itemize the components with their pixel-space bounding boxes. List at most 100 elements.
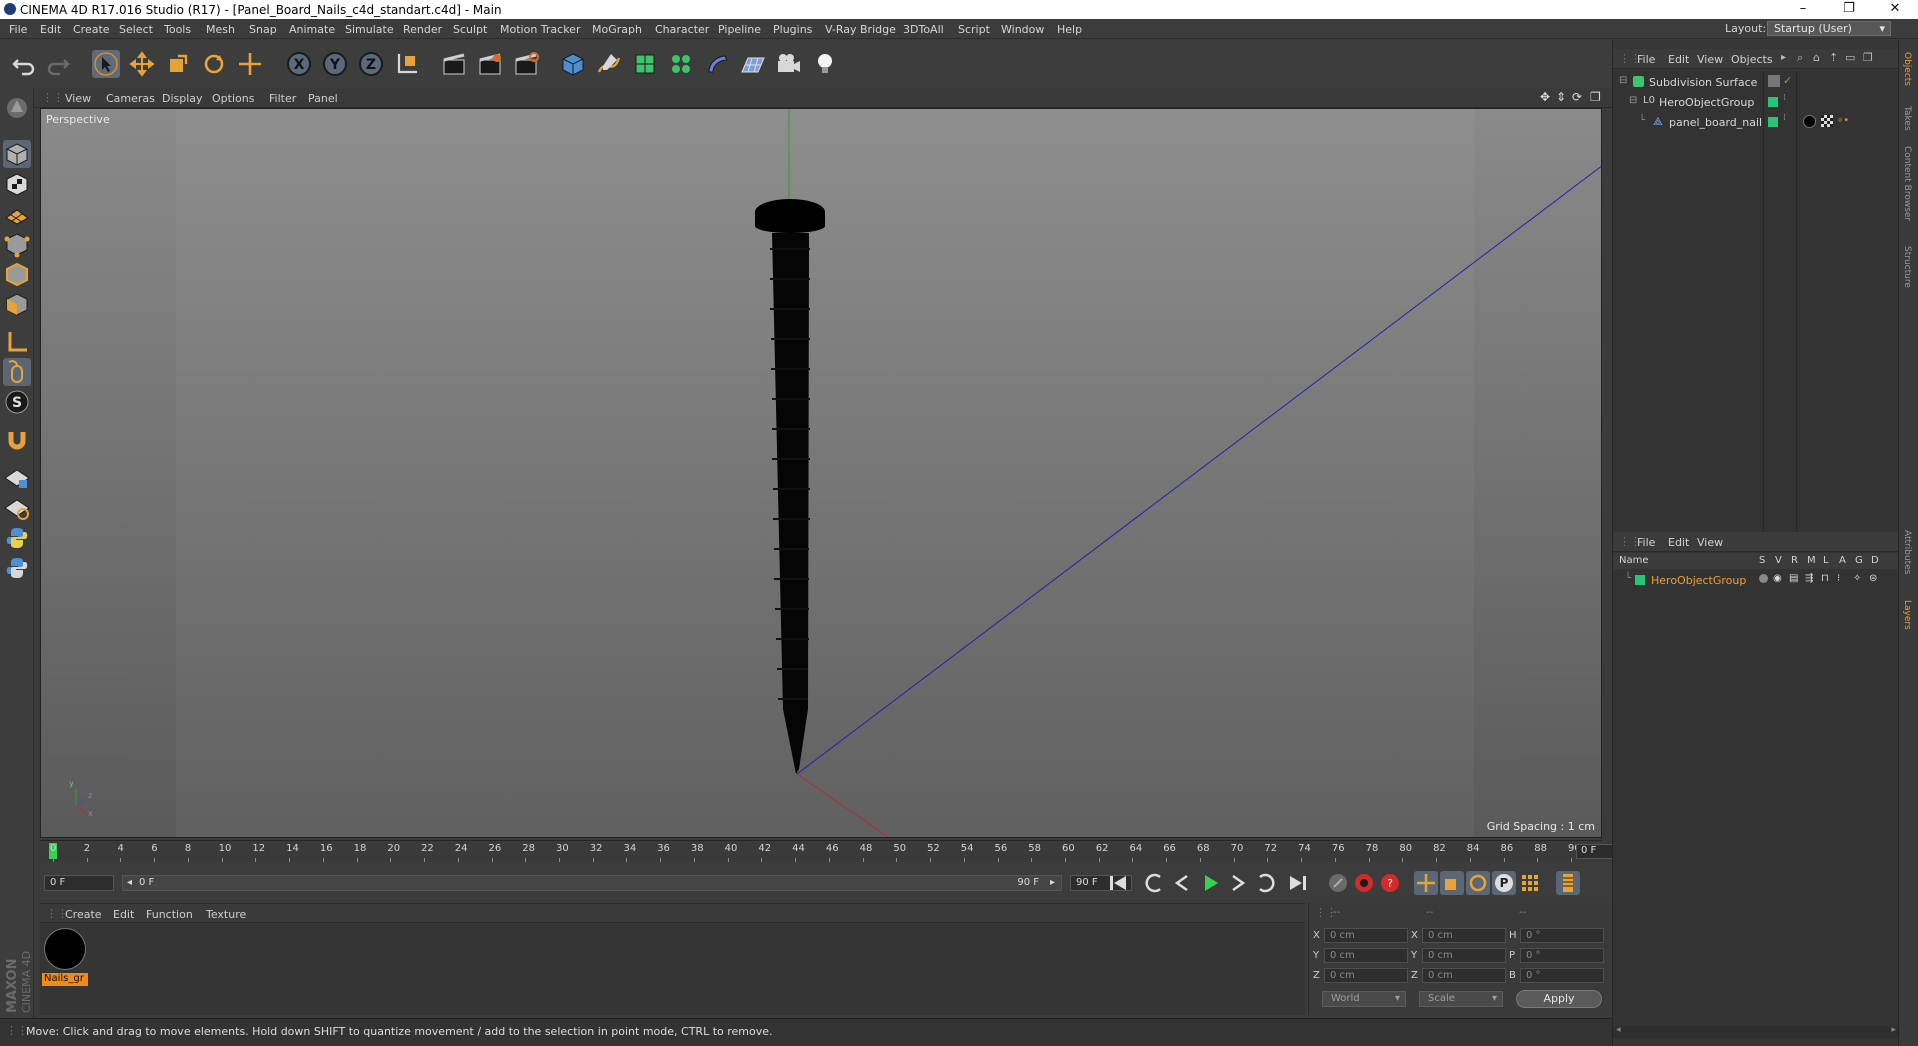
rotate-tool-button[interactable] [200, 50, 228, 78]
size-y-field[interactable]: 0 cm [1422, 948, 1506, 963]
position-x-field[interactable]: 0 cm [1324, 928, 1408, 943]
menu-mograph[interactable]: MoGraph [592, 23, 642, 36]
redo-button[interactable] [44, 50, 72, 78]
scroll-left-arrow-icon[interactable]: ◂ [1616, 1025, 1621, 1035]
maximize-button[interactable]: ❐ [1826, 1, 1872, 18]
viewport-menu-view[interactable]: View [65, 92, 91, 105]
render-view-button[interactable] [440, 50, 468, 78]
key-parameter-button[interactable]: P [1492, 871, 1516, 895]
timeline-ruler[interactable]: 0 2 4 6 8 10 12 14 16 18 20 22 24 26 28 30 32 34 36 38 40 42 4… [40, 840, 1638, 862]
obj-menu-file[interactable]: File [1637, 53, 1655, 66]
apply-button[interactable]: Apply [1516, 990, 1602, 1008]
menu-plugins[interactable]: Plugins [773, 23, 812, 36]
rotation-p-field[interactable]: 0 ° [1520, 948, 1604, 963]
material-tag-icon[interactable] [1803, 115, 1816, 128]
menu-select[interactable]: Select [119, 23, 153, 36]
camera-button[interactable] [775, 50, 803, 78]
previous-key-button[interactable] [1142, 871, 1166, 895]
menu-help[interactable]: Help [1057, 23, 1082, 36]
scroll-right-arrow-icon[interactable]: ▸ [1891, 1025, 1896, 1035]
phong-tag-icon[interactable]: ∘• [1837, 115, 1849, 126]
coordinate-system-button[interactable] [393, 50, 421, 78]
layout-select[interactable]: Startup (User) ▾ [1767, 21, 1891, 36]
layer-color-swatch[interactable] [1635, 575, 1645, 585]
collapse-toggle-icon[interactable]: ⊟ [1619, 75, 1627, 86]
edges-mode-button[interactable] [3, 260, 31, 288]
texture-mode-button[interactable] [3, 170, 31, 198]
menu-snap[interactable]: Snap [249, 23, 277, 36]
undo-button[interactable] [10, 50, 38, 78]
viewport-menu-cameras[interactable]: Cameras [106, 92, 155, 105]
key-scale-button[interactable] [1440, 871, 1464, 895]
menu-simulate[interactable]: Simulate [345, 23, 394, 36]
y-axis-lock-button[interactable]: Y [321, 50, 349, 78]
layer-row[interactable]: └ HeroObjectGroup ◉ ▤ ⇶ ⊓ ⁝ ✧ ⊜ [1613, 571, 1899, 589]
next-key-button[interactable] [1254, 871, 1278, 895]
subdivision-surface-button[interactable] [631, 50, 659, 78]
object-row-subdivision-surface[interactable]: ⊟ Subdivision Surface ✓ [1613, 73, 1899, 91]
position-z-field[interactable]: 0 cm [1324, 968, 1408, 983]
search-icon[interactable]: ⌕ [1797, 51, 1803, 65]
render-settings-button[interactable] [512, 50, 540, 78]
nail-model[interactable] [755, 199, 825, 774]
key-rotation-button[interactable] [1466, 871, 1490, 895]
viewport-zoom-icon[interactable]: ⇕ [1556, 90, 1566, 104]
previous-frame-button[interactable] [1170, 871, 1194, 895]
material-menu-texture[interactable]: Texture [206, 908, 246, 921]
size-mode-select[interactable]: Scale ▾ [1419, 991, 1503, 1007]
add-transform-button[interactable] [236, 50, 264, 78]
texture-tag-icon[interactable] [1821, 115, 1833, 127]
workplane-mode-button[interactable] [3, 200, 31, 228]
python-script-button-2[interactable] [3, 554, 31, 582]
edit-render-toggle-icon[interactable] [1768, 75, 1780, 87]
perspective-viewport[interactable]: Perspective y x z Grid Spacing : 1 cm [40, 108, 1602, 838]
workplane-lock-button[interactable] [3, 464, 31, 492]
scale-tool-button[interactable] [164, 50, 192, 78]
tab-takes[interactable]: Takes [1902, 106, 1912, 131]
position-y-field[interactable]: 0 cm [1324, 948, 1408, 963]
x-axis-lock-button[interactable]: X [285, 50, 313, 78]
layer-color-tag[interactable] [1768, 117, 1778, 127]
new-view-icon[interactable]: ▭ [1845, 51, 1855, 64]
z-axis-lock-button[interactable]: Z [357, 50, 385, 78]
spline-pen-button[interactable] [595, 50, 623, 78]
close-button[interactable]: ✕ [1872, 1, 1918, 18]
visibility-dots-icon[interactable]: ⁞ [1783, 113, 1786, 123]
viewport-menu-filter[interactable]: Filter [269, 92, 296, 105]
menu-pipeline[interactable]: Pipeline [718, 23, 761, 36]
menu-sculpt[interactable]: Sculpt [453, 23, 487, 36]
menu-render[interactable]: Render [403, 23, 442, 36]
rotation-h-field[interactable]: 0 ° [1520, 928, 1604, 943]
tab-layers[interactable]: Layers [1902, 600, 1912, 630]
menu-animate[interactable]: Animate [289, 23, 335, 36]
tweak-mode-button[interactable] [3, 358, 31, 386]
light-button[interactable] [811, 50, 839, 78]
menu-mesh[interactable]: Mesh [206, 23, 235, 36]
render-picture-viewer-button[interactable] [476, 50, 504, 78]
menu-overflow-arrow-icon[interactable]: ▸ [1781, 52, 1786, 63]
viewport-menu-panel[interactable]: Panel [308, 92, 338, 105]
menu-motion-tracker[interactable]: Motion Tracker [500, 23, 580, 36]
coordinate-mode-select[interactable]: World ▾ [1322, 991, 1406, 1007]
go-to-start-button[interactable] [1106, 871, 1130, 895]
layer-menu-file[interactable]: File [1637, 536, 1655, 549]
deformer-button[interactable] [703, 50, 731, 78]
tab-structure[interactable]: Structure [1902, 246, 1912, 288]
move-tool-button[interactable] [128, 50, 156, 78]
object-row-panel-board-nail[interactable]: └ ⟁ panel_board_nail ⁞ ∘• [1613, 113, 1899, 131]
rotation-b-field[interactable]: 0 ° [1520, 968, 1604, 983]
object-row-heroobjectgroup[interactable]: ⊟ L0 HeroObjectGroup ⁞ [1613, 93, 1899, 111]
next-frame-button[interactable] [1226, 871, 1250, 895]
python-script-button-1[interactable] [3, 524, 31, 552]
material-menu-create[interactable]: Create [65, 908, 102, 921]
mograph-cloner-button[interactable] [667, 50, 695, 78]
deformers-icon[interactable]: ⊜ [1869, 573, 1877, 584]
tab-objects[interactable]: Objects [1902, 52, 1912, 86]
obj-menu-view[interactable]: View [1697, 53, 1723, 66]
menu-create[interactable]: Create [73, 23, 110, 36]
collapse-toggle-icon[interactable]: ⊟ [1629, 95, 1637, 106]
render-clapper-icon[interactable]: ▤ [1789, 573, 1798, 584]
menu-vray-bridge[interactable]: V-Ray Bridge [825, 23, 896, 36]
viewport-pan-icon[interactable]: ✥ [1540, 90, 1550, 104]
solo-toggle-icon[interactable] [1759, 574, 1768, 583]
